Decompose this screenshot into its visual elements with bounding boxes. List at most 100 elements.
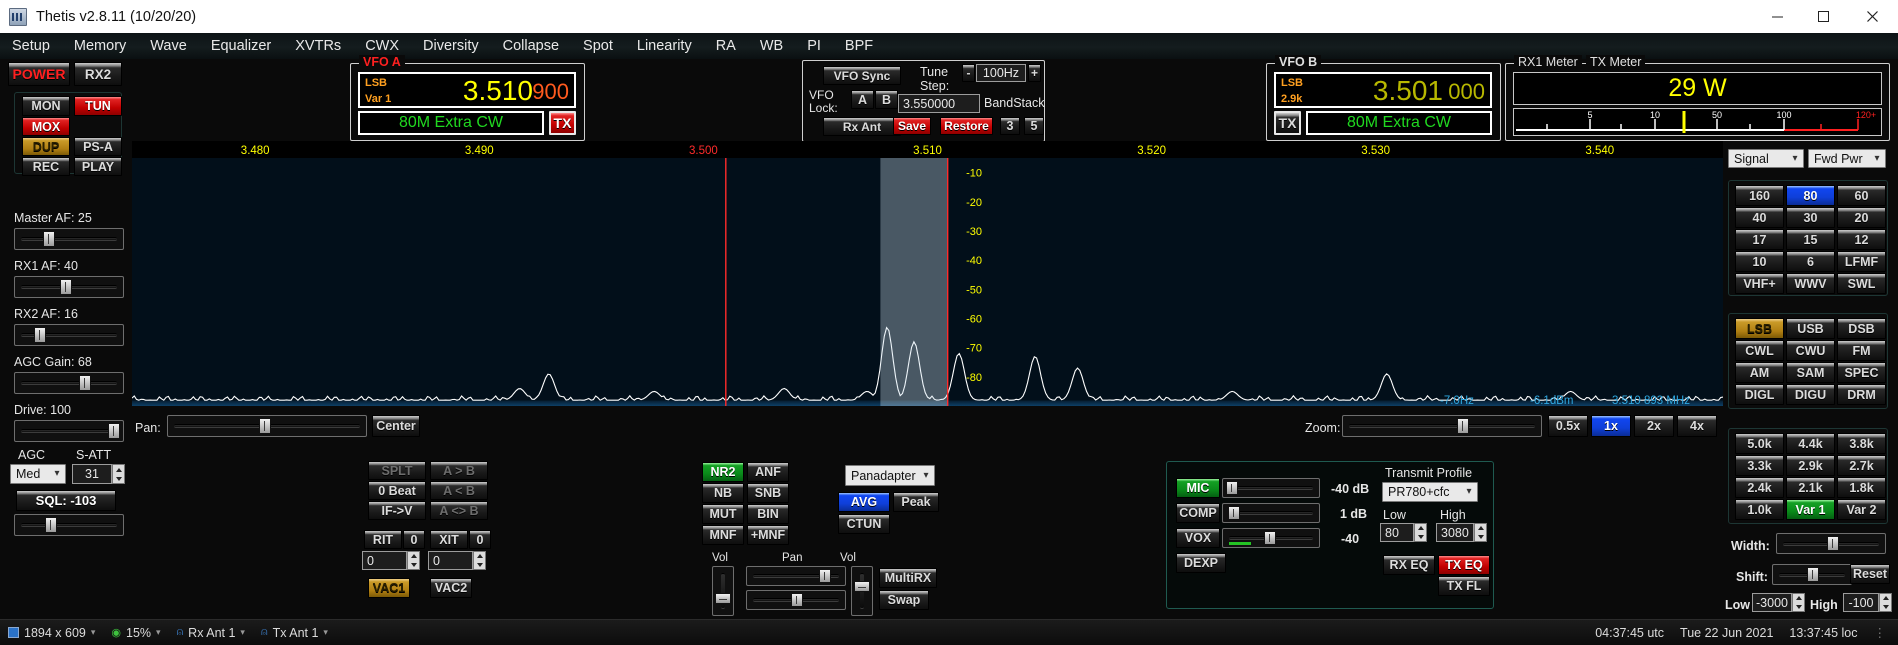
center-button[interactable]: Center [372, 415, 420, 437]
tune-step-value[interactable]: 100Hz [976, 64, 1026, 82]
menu-item-cwx[interactable]: CWX [353, 38, 411, 54]
mon-button[interactable]: MON [22, 96, 70, 116]
stepper-up-icon[interactable] [408, 552, 419, 561]
slider-thumb[interactable] [1226, 481, 1238, 495]
mox-button[interactable]: MOX [22, 117, 70, 136]
meter-power-select[interactable]: Fwd Pwr ▾ [1808, 149, 1886, 168]
menu-item-setup[interactable]: Setup [0, 38, 62, 54]
slider-thumb[interactable] [1228, 506, 1240, 520]
rit-stepper[interactable] [407, 551, 420, 570]
satt-value[interactable]: 31 [72, 464, 112, 484]
slider-thumb[interactable] [43, 231, 55, 247]
menu-item-bpf[interactable]: BPF [833, 38, 885, 54]
stepper-down-icon[interactable] [1415, 533, 1426, 542]
vfo-lock-b-button[interactable]: B [875, 90, 898, 109]
avg-button[interactable]: AVG [838, 492, 890, 512]
satt-stepper[interactable] [112, 464, 125, 484]
rx1-pan-slider[interactable] [746, 566, 846, 586]
filter-button-4-4k[interactable]: 4.4k [1786, 433, 1835, 454]
zoom-button-1x[interactable]: 1x [1591, 415, 1631, 437]
tx-eq-button[interactable]: TX EQ [1438, 555, 1490, 575]
band-button-40[interactable]: 40 [1735, 207, 1784, 228]
stepper-down-icon[interactable] [1793, 603, 1804, 612]
dsp-button-snb[interactable]: SNB [747, 483, 789, 503]
band-button-30[interactable]: 30 [1786, 207, 1835, 228]
band-button-20[interactable]: 20 [1837, 207, 1886, 228]
display-mode-select[interactable]: Panadapter ▾ [845, 465, 935, 486]
slider-thumb[interactable] [259, 418, 271, 434]
band-button-lfmf[interactable]: LFMF [1837, 251, 1886, 272]
swap-button[interactable]: Swap [879, 590, 929, 610]
band-button-80[interactable]: 80 [1786, 185, 1835, 206]
band-button-wwv[interactable]: WWV [1786, 273, 1835, 294]
dsp-button--mnf[interactable]: +MNF [747, 525, 789, 545]
menu-item-memory[interactable]: Memory [62, 38, 138, 54]
if-to-v-button[interactable]: IF->V [368, 501, 426, 520]
filter-reset-button[interactable]: Reset [1850, 564, 1890, 584]
drive-slider[interactable] [14, 420, 124, 442]
vfo-a-band-display[interactable]: 80M Extra CW [358, 111, 544, 135]
filter-button-1-0k[interactable]: 1.0k [1735, 499, 1784, 520]
sql-button[interactable]: SQL: -103 [16, 490, 116, 511]
stepper-down-icon[interactable] [1475, 533, 1486, 542]
maximize-icon[interactable] [1800, 0, 1846, 33]
meter-mode-select[interactable]: Signal ▾ [1728, 149, 1804, 168]
swap-ab-button[interactable]: A <> B [430, 501, 488, 520]
dup-button[interactable]: DUP [22, 137, 70, 156]
mode-button-drm[interactable]: DRM [1837, 384, 1886, 405]
stepper-up-icon[interactable] [1415, 524, 1426, 533]
shift-slider[interactable] [1772, 564, 1852, 585]
vfo-b-tx-button[interactable]: TX [1274, 111, 1301, 135]
rx-ant-button[interactable]: Rx Ant [823, 117, 901, 136]
bandstack-5-button[interactable]: 5 [1024, 117, 1044, 135]
mode-button-dsb[interactable]: DSB [1837, 318, 1886, 339]
vox-button[interactable]: VOX [1176, 528, 1220, 548]
mode-button-fm[interactable]: FM [1837, 340, 1886, 361]
xit-enable[interactable]: 0 [469, 530, 491, 549]
stepper-up-icon[interactable] [1793, 594, 1804, 603]
tx-low-stepper[interactable] [1414, 523, 1427, 542]
menu-item-equalizer[interactable]: Equalizer [199, 38, 283, 54]
menu-item-spot[interactable]: Spot [571, 38, 625, 54]
slider-thumb[interactable] [60, 279, 72, 295]
menu-item-pi[interactable]: PI [795, 38, 833, 54]
dexp-button[interactable]: DEXP [1176, 553, 1226, 573]
rx1-volume-slider[interactable] [712, 566, 734, 616]
slider-thumb[interactable] [715, 593, 731, 604]
filter-button-2-4k[interactable]: 2.4k [1735, 477, 1784, 498]
minimize-icon[interactable] [1754, 0, 1800, 33]
band-button-60[interactable]: 60 [1837, 185, 1886, 206]
stepper-down-icon[interactable] [113, 474, 124, 483]
high-value[interactable]: -100 [1843, 593, 1879, 612]
filter-button-3-8k[interactable]: 3.8k [1837, 433, 1886, 454]
stepper-up-icon[interactable] [1880, 594, 1891, 603]
band-button-12[interactable]: 12 [1837, 229, 1886, 250]
slider-thumb[interactable] [34, 327, 46, 343]
tx-high-value[interactable]: 3080 [1436, 523, 1474, 542]
slider-thumb[interactable] [79, 375, 91, 391]
close-icon[interactable] [1846, 0, 1898, 33]
menu-item-xvtrs[interactable]: XVTRs [283, 38, 353, 54]
mode-button-digu[interactable]: DIGU [1786, 384, 1835, 405]
chevron-down-icon[interactable]: ▾ [91, 627, 96, 638]
mic-button[interactable]: MIC [1176, 478, 1220, 498]
band-button-10[interactable]: 10 [1735, 251, 1784, 272]
zoom-button-0-5x[interactable]: 0.5x [1548, 415, 1588, 437]
vac2-button[interactable]: VAC2 [430, 578, 472, 598]
zoom-button-2x[interactable]: 2x [1634, 415, 1674, 437]
ctun-button[interactable]: CTUN [838, 514, 890, 534]
low-stepper[interactable] [1792, 593, 1805, 612]
band-button-6[interactable]: 6 [1786, 251, 1835, 272]
tx-fl-button[interactable]: TX FL [1438, 576, 1490, 596]
transmit-profile-select[interactable]: PR780+cfc ▾ [1382, 482, 1478, 502]
agc-gain-slider[interactable] [14, 372, 124, 394]
xit-stepper[interactable] [473, 551, 486, 570]
vfo-lock-a-button[interactable]: A [851, 90, 874, 109]
high-stepper[interactable] [1879, 593, 1892, 612]
vac1-button[interactable]: VAC1 [368, 578, 410, 598]
comp-slider[interactable] [1222, 503, 1320, 523]
rx-eq-button[interactable]: RX EQ [1383, 555, 1435, 575]
stepper-down-icon[interactable] [1880, 603, 1891, 612]
width-slider[interactable] [1776, 533, 1886, 554]
low-value[interactable]: -3000 [1752, 593, 1792, 612]
